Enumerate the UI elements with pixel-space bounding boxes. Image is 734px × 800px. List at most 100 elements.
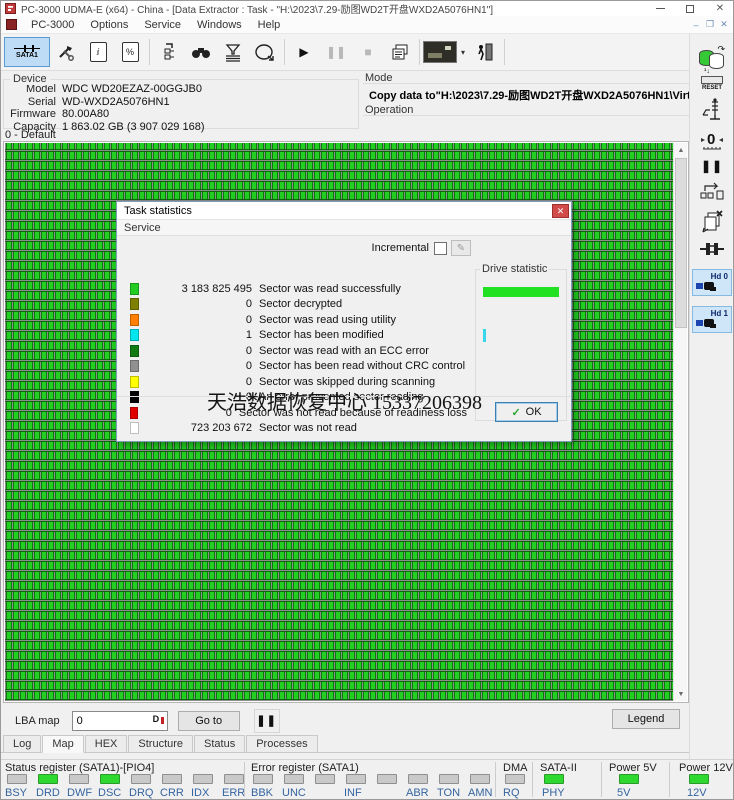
pause-task-button[interactable]: ❚❚ <box>320 37 352 67</box>
model-value: WDC WD20EZAZ-00GGJB0 <box>62 83 202 95</box>
dialog-title-bar[interactable]: Task statistics ✕ <box>117 202 571 220</box>
color-chip <box>130 344 139 357</box>
dialog-close-button[interactable]: ✕ <box>552 203 569 218</box>
terminator-button[interactable] <box>690 241 733 257</box>
chain-boxes-icon <box>700 182 724 200</box>
copy-results-button[interactable] <box>384 37 416 67</box>
dialog-menu-service[interactable]: Service <box>124 220 169 236</box>
led-label: BSY <box>5 787 28 799</box>
close-button[interactable]: ✕ <box>705 1 733 16</box>
led-indicator <box>253 774 273 784</box>
menu-options[interactable]: Options <box>82 17 136 33</box>
led-indicator <box>408 774 428 784</box>
tab-status[interactable]: Status <box>194 735 246 752</box>
delete-pages-button[interactable] <box>690 209 733 235</box>
minimize-button[interactable] <box>645 1 675 16</box>
led-ton: TON <box>437 774 468 799</box>
capacity-value: 1 863.02 GB (3 907 029 168) <box>62 120 205 133</box>
lba-input[interactable]: 0 <box>71 710 168 731</box>
child-window-icon[interactable] <box>6 19 17 30</box>
filter-button[interactable] <box>217 37 249 67</box>
edit-pencil-icon[interactable]: ✎ <box>451 240 471 256</box>
menu-pc3000[interactable]: PC-3000 <box>23 17 82 33</box>
device-group-label: Device <box>10 73 50 85</box>
hdd-icon <box>696 319 718 327</box>
scroll-thumb[interactable] <box>675 158 687 328</box>
statistics-report-button[interactable]: % <box>114 37 146 67</box>
color-chip <box>130 298 139 311</box>
menu-service[interactable]: Service <box>136 17 189 33</box>
right-sidebar: ↷ RESET 0 ❚❚ <box>689 34 733 759</box>
tools-icon <box>59 46 74 61</box>
led-drq: DRQ <box>129 774 160 799</box>
stat-row: 0 Sector was read using utility <box>117 312 467 328</box>
oscilloscope-zero-icon: 0 <box>701 131 723 150</box>
map-view-button[interactable]: ▾ <box>423 41 469 63</box>
dropdown-arrow-icon[interactable]: ▾ <box>461 48 465 57</box>
oscilloscope-button[interactable]: 0 <box>690 129 733 153</box>
sata-port-icon <box>14 45 40 52</box>
led-indicator <box>162 774 182 784</box>
reset-button[interactable]: RESET <box>690 68 733 91</box>
color-chip <box>130 282 139 295</box>
data-extractor-button[interactable] <box>249 37 281 67</box>
incremental-checkbox[interactable] <box>434 241 447 255</box>
color-chip <box>130 360 139 373</box>
power12-title: Power 12V <box>679 762 733 774</box>
led-indicator <box>346 774 366 784</box>
menu-help[interactable]: Help <box>250 17 289 33</box>
tab-hex[interactable]: HEX <box>84 735 128 752</box>
led-indicator <box>544 774 564 784</box>
color-chip <box>130 422 139 435</box>
map-header-label: 0 - Default <box>5 129 56 141</box>
hd0-label: Hd 0 <box>710 272 728 281</box>
legend-button[interactable]: Legend <box>612 709 680 729</box>
serial-value: WD-WXD2A5076HN1 <box>62 95 170 108</box>
stat-row: 1 Sector has been modified <box>117 328 467 344</box>
pages-delete-icon <box>702 210 723 233</box>
task-chain-button[interactable] <box>690 179 733 203</box>
goto-button[interactable]: Go to <box>177 710 240 731</box>
menu-windows[interactable]: Windows <box>189 17 250 33</box>
run-task-button[interactable]: ▶ <box>288 37 320 67</box>
map-scrollbar[interactable]: ▲ ▼ <box>673 143 687 701</box>
stop-task-button[interactable]: ■ <box>352 37 384 67</box>
tab-structure[interactable]: Structure <box>128 735 194 752</box>
power-control-button[interactable] <box>690 97 733 123</box>
power-probe-icon <box>702 98 720 120</box>
led-label: 5V <box>617 787 631 799</box>
map-settings-button[interactable] <box>153 37 185 67</box>
led-idx: IDX <box>191 774 222 799</box>
led-crr: CRR <box>160 774 191 799</box>
maximize-button[interactable] <box>675 1 705 16</box>
hd0-button[interactable]: Hd 0 <box>692 269 732 296</box>
tab-log[interactable]: Log <box>3 735 42 752</box>
tab-processes[interactable]: Processes <box>246 735 318 752</box>
sata1-port-button[interactable]: SATA1 <box>4 37 50 67</box>
led-indicator <box>470 774 490 784</box>
lba-format-icon[interactable] <box>152 714 165 727</box>
led-indicator <box>439 774 459 784</box>
ok-button[interactable]: ✓ OK <box>495 402 558 422</box>
child-restore-button[interactable]: ❐ <box>703 19 717 31</box>
copy-to-disk-button[interactable]: ↷ <box>690 44 733 70</box>
connector-icon <box>700 243 724 255</box>
search-button[interactable] <box>185 37 217 67</box>
drive-progress-bar <box>483 287 559 297</box>
scroll-up-icon[interactable]: ▲ <box>674 143 688 157</box>
task-info-button[interactable]: ⅈ <box>82 37 114 67</box>
child-minimize-button[interactable]: – <box>689 19 703 31</box>
child-close-button[interactable]: ✕ <box>717 19 731 31</box>
exit-button[interactable] <box>469 37 501 67</box>
firmware-label: Firmware <box>10 108 56 120</box>
dialog-menu-bar: Service <box>117 220 571 236</box>
sidebar-pause-button[interactable]: ❚❚ <box>690 159 733 173</box>
scroll-down-icon[interactable]: ▼ <box>674 687 688 701</box>
power5-title: Power 5V <box>609 762 657 774</box>
utility-tools-button[interactable] <box>50 37 82 67</box>
color-chip <box>130 375 139 388</box>
tab-map[interactable]: Map <box>42 735 84 753</box>
hd1-button[interactable]: Hd 1 <box>692 306 732 333</box>
map-pause-button[interactable]: ❚❚ <box>253 708 280 733</box>
exit-door-icon <box>478 43 493 61</box>
